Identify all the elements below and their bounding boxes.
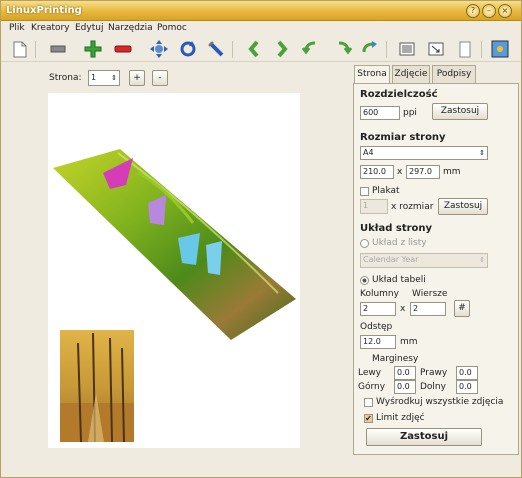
toolbar	[1, 37, 521, 62]
page-icon[interactable]	[456, 40, 474, 58]
layout-from-list-radio[interactable]	[360, 239, 369, 248]
rotate-right-icon[interactable]	[273, 40, 291, 58]
close-button[interactable]: ×	[498, 4, 512, 18]
columns-label: Kolumny	[360, 289, 399, 299]
fit-page-icon[interactable]	[398, 40, 416, 58]
spacing-label: Odstęp	[360, 322, 393, 332]
crop-icon[interactable]	[207, 40, 225, 58]
window-title: LinuxPrinting	[6, 5, 82, 16]
margins-title: Marginesy	[372, 354, 419, 364]
page-size-title: Rozmiar strony	[360, 132, 446, 143]
redo-icon[interactable]	[361, 40, 379, 58]
page-spinbox[interactable]: 1 ⇕	[88, 70, 120, 86]
spin-arrows-icon[interactable]: ⇕	[111, 71, 117, 85]
flip-right-icon[interactable]	[335, 40, 353, 58]
limit-photos-checkbox[interactable]: ✔	[364, 414, 373, 423]
delete-icon[interactable]	[114, 40, 132, 58]
poster-apply-button[interactable]: Zastosuj	[438, 198, 488, 215]
move-icon[interactable]	[150, 40, 168, 58]
dropdown-arrows-icon: ⇕	[479, 256, 485, 264]
menu-bar: Plik Kreatory Edytuj Narzędzia Pomoc	[1, 21, 521, 37]
poster-checkbox[interactable]	[360, 187, 369, 196]
rotated-flower-photo[interactable]	[53, 149, 296, 340]
page-preview	[53, 149, 296, 443]
layout-table-radio[interactable]	[360, 276, 369, 285]
minimize-button[interactable]: –	[482, 4, 496, 18]
layout-from-list-label: Układ z listy	[372, 238, 427, 248]
margin-bottom-input[interactable]: 0.0	[456, 380, 478, 394]
menu-plik[interactable]: Plik	[9, 23, 25, 33]
rows-label: Wiersze	[412, 289, 448, 299]
resize-icon[interactable]	[427, 40, 445, 58]
grid-x-label: x	[400, 304, 406, 314]
grid-apply-button[interactable]: #	[454, 300, 470, 317]
poster-size-label: x rozmiar	[391, 202, 434, 212]
resolution-apply-button[interactable]: Zastosuj	[432, 103, 488, 120]
resolution-unit: ppi	[403, 108, 417, 118]
resolution-title: Rozdzielczość	[360, 89, 438, 100]
flip-left-icon[interactable]	[301, 40, 319, 58]
rotate-icon[interactable]	[179, 40, 197, 58]
tab-zdjecie[interactable]: Zdjęcie	[392, 65, 430, 83]
layout-list-select[interactable]: Calendar Year ⇕	[360, 253, 488, 268]
limit-photos-label: Limit zdjęć	[376, 413, 425, 423]
dropdown-arrows-icon: ⇕	[479, 149, 485, 157]
spacing-unit: mm	[400, 337, 418, 347]
tab-podpisy[interactable]: Podpisy	[432, 65, 476, 83]
margin-right-input[interactable]: 0.0	[456, 366, 478, 380]
remove-page-button[interactable]: -	[152, 70, 168, 86]
apply-all-button[interactable]: Zastosuj	[366, 428, 482, 446]
title-bar: LinuxPrinting ? – ×	[1, 1, 521, 21]
layout-table-label: Układ tabeli	[372, 275, 426, 285]
page-label: Strona:	[49, 73, 82, 83]
remove-page-icon[interactable]	[49, 40, 67, 58]
resolution-input[interactable]: 600	[360, 106, 400, 120]
page-height-input[interactable]: 297.0	[406, 165, 440, 179]
layout-title: Układ strony	[360, 223, 433, 234]
autumn-forest-photo[interactable]	[60, 330, 134, 443]
tab-strona[interactable]: Strona	[354, 65, 390, 84]
rows-input[interactable]: 2	[410, 302, 446, 316]
page-canvas[interactable]	[48, 93, 300, 448]
margin-left-input[interactable]: 0.0	[394, 366, 416, 380]
add-page-button[interactable]: +	[129, 70, 145, 86]
help-button[interactable]: ?	[466, 4, 480, 18]
menu-pomoc[interactable]: Pomoc	[157, 23, 187, 33]
page-width-input[interactable]: 210.0	[360, 165, 394, 179]
margin-right-label: Prawy	[420, 368, 448, 378]
rotate-left-icon[interactable]	[245, 40, 263, 58]
margin-bottom-label: Dolny	[420, 382, 446, 392]
menu-kreatory[interactable]: Kreatory	[31, 23, 70, 33]
center-all-label: Wyśrodkuj wszystkie zdjęcia	[376, 397, 504, 407]
center-all-checkbox[interactable]	[364, 398, 373, 407]
size-unit: mm	[443, 167, 461, 177]
settings-pane: Strona Zdjęcie Podpisy Rozdzielczość 600…	[351, 63, 521, 477]
add-icon[interactable]	[84, 40, 102, 58]
spacing-input[interactable]: 12.0	[360, 335, 396, 349]
columns-input[interactable]: 2	[360, 302, 396, 316]
poster-label: Plakat	[372, 186, 400, 196]
size-x-label: x	[397, 167, 403, 177]
strona-panel: Rozdzielczość 600 ppi Zastosuj Rozmiar s…	[353, 83, 519, 455]
margin-top-label: Górny	[358, 382, 386, 392]
poster-spinbox[interactable]: 1	[360, 199, 388, 214]
margin-left-label: Lewy	[358, 368, 382, 378]
menu-narzedzia[interactable]: Narzędzia	[108, 23, 153, 33]
menu-edytuj[interactable]: Edytuj	[75, 23, 103, 33]
settings-icon[interactable]	[491, 40, 509, 58]
page-format-select[interactable]: A4 ⇕	[360, 146, 488, 160]
new-page-icon[interactable]	[11, 40, 29, 58]
app-window: LinuxPrinting ? – × Plik Kreatory Edytuj…	[0, 0, 522, 478]
margin-top-input[interactable]: 0.0	[394, 380, 416, 394]
